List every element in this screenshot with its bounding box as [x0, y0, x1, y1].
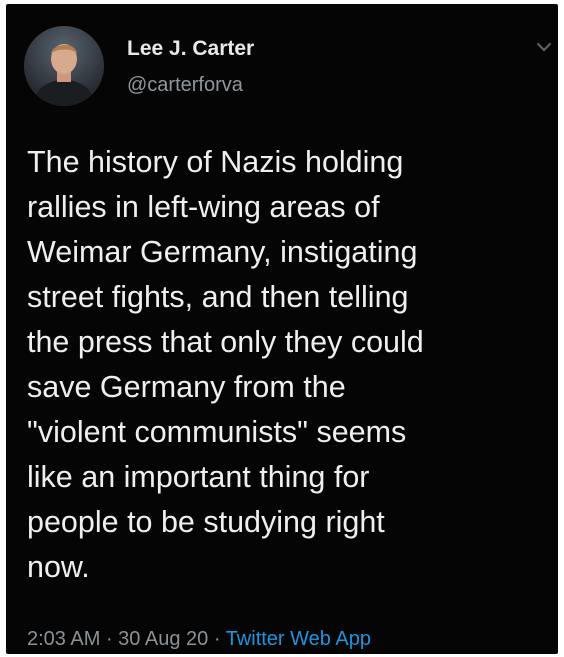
- avatar[interactable]: [24, 26, 104, 106]
- author-display-name[interactable]: Lee J. Carter: [127, 37, 254, 61]
- profile-photo-icon: [24, 26, 104, 106]
- tweet-time[interactable]: 2:03 AM: [27, 628, 100, 650]
- tweet-meta: 2:03 AM · 30 Aug 20 · Twitter Web App: [27, 627, 371, 651]
- author-handle[interactable]: @carterforva: [127, 73, 254, 97]
- meta-separator: ·: [100, 628, 119, 650]
- tweet-menu-button[interactable]: [536, 40, 552, 52]
- chevron-down-icon: [537, 43, 551, 51]
- user-info: Lee J. Carter @carterforva: [127, 37, 254, 97]
- meta-separator: ·: [208, 628, 226, 650]
- tweet-source-link[interactable]: Twitter Web App: [226, 628, 371, 650]
- tweet-text: The history of Nazis holding rallies in …: [27, 145, 424, 584]
- tweet-card: Lee J. Carter @carterforva The history o…: [6, 4, 558, 654]
- tweet-date[interactable]: 30 Aug 20: [118, 628, 208, 650]
